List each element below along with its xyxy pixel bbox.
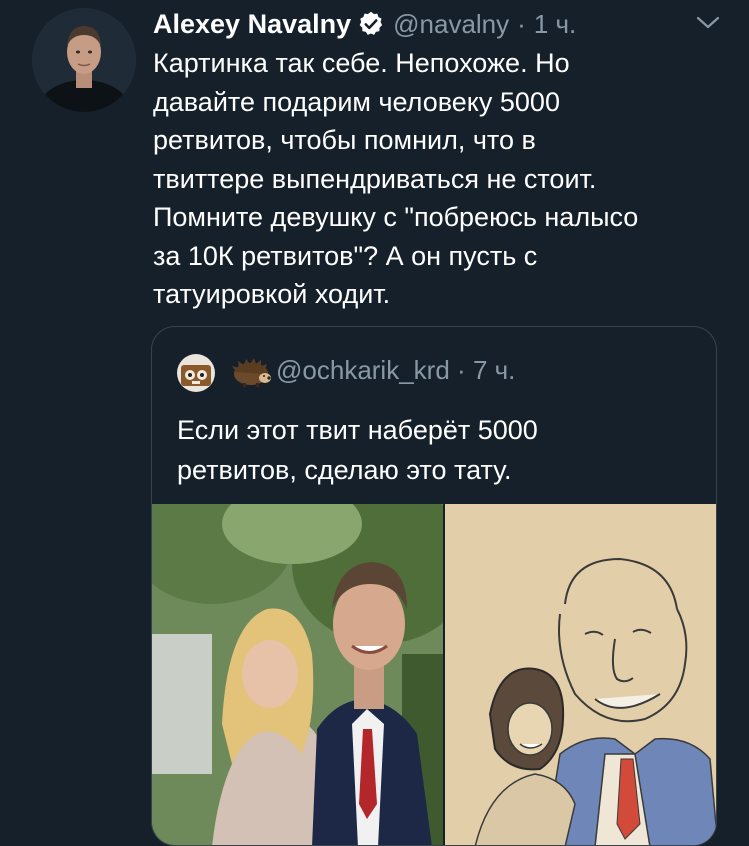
- tweet[interactable]: Alexey Navalny @navalny · 1 ч. Картинка …: [0, 0, 749, 846]
- quote-avatar[interactable]: [177, 354, 215, 392]
- verified-badge-icon: [357, 10, 385, 38]
- quote-drawing[interactable]: [445, 504, 716, 845]
- quote-photo[interactable]: [152, 504, 443, 845]
- quote-text: Если этот твит наберёт 5000 ретвитов, сд…: [177, 415, 538, 485]
- chevron-down-icon[interactable]: [693, 8, 723, 38]
- tweet-header: Alexey Navalny @navalny · 1 ч.: [153, 6, 576, 42]
- quote-separator: ·: [457, 355, 466, 385]
- author-avatar[interactable]: [32, 8, 136, 112]
- hedgehog-emoji-icon: [229, 356, 271, 388]
- quote-meta: @ochkarik_krd · 7 ч.: [276, 355, 515, 386]
- tweet-timestamp[interactable]: 1 ч.: [534, 9, 576, 40]
- meta-separator: ·: [517, 8, 526, 39]
- quoted-tweet[interactable]: @ochkarik_krd · 7 ч. Если этот твит набе…: [151, 326, 717, 846]
- author-handle[interactable]: @navalny: [393, 9, 509, 40]
- author-name[interactable]: Alexey Navalny: [153, 9, 351, 40]
- quote-handle[interactable]: @ochkarik_krd: [276, 355, 450, 385]
- tweet-text: Картинка так себе. Непохоже. Но давайте …: [153, 48, 639, 309]
- quote-media[interactable]: [152, 504, 716, 845]
- quote-timestamp[interactable]: 7 ч.: [473, 355, 515, 385]
